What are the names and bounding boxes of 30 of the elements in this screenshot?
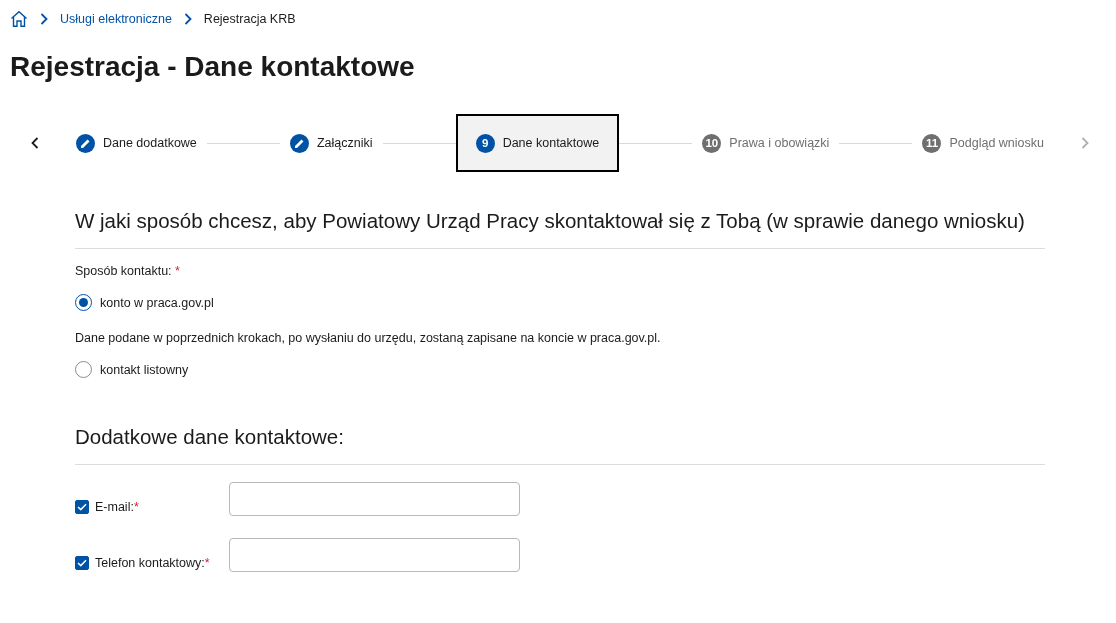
checkbox[interactable] — [75, 556, 89, 570]
home-icon[interactable] — [10, 9, 28, 28]
chevron-right-icon — [40, 12, 48, 25]
info-text: Dane podane w poprzednich krokach, po wysłaniu do urzędu, zostaną zapisane na koncie w praca.gov.pl. — [75, 330, 661, 346]
step-tab[interactable]: Załączniki — [279, 114, 383, 172]
step-tab[interactable]: Dane dodatkowe — [66, 114, 207, 172]
step-tab[interactable]: 10 Prawa i obowiązki — [692, 114, 840, 172]
radio-label[interactable]: kontakt listowny — [100, 361, 189, 378]
radio-button[interactable] — [75, 361, 92, 378]
current-page-text: Rejestracja KRB — [203, 11, 296, 26]
input-field[interactable] — [229, 538, 520, 572]
step-tab[interactable]: 9 Dane kontaktowe — [455, 114, 620, 172]
radio-button[interactable] — [75, 294, 92, 311]
checkbox[interactable] — [75, 500, 89, 514]
section-heading: Dodatkowe dane kontaktowe: — [75, 424, 344, 450]
chevron-right-icon — [183, 12, 192, 25]
step-number: 11 — [922, 133, 942, 153]
breadcrumb-link[interactable]: Usługi elektroniczne — [60, 11, 172, 26]
page-title: Rejestracja - Dane kontaktowe — [10, 50, 415, 84]
section-heading: W jaki sposób chcesz, aby Powiatowy Urząd Pracy skontaktował się z Tobą (w sprawie danego wniosku) — [75, 208, 1025, 234]
step-number: 9 — [475, 133, 495, 153]
field-label: E-mail:* — [95, 499, 139, 515]
step-number: 10 — [702, 133, 722, 153]
field-label: Sposób kontaktu: * — [75, 263, 180, 279]
radio-label[interactable]: konto w praca.gov.pl — [100, 294, 214, 311]
step-tab[interactable]: 11 Podgląd wniosku — [912, 114, 1054, 172]
pencil-icon — [289, 133, 309, 153]
pencil-icon — [76, 133, 95, 153]
field-label: Telefon kontaktowy:* — [95, 555, 210, 571]
input-field[interactable] — [229, 482, 520, 516]
